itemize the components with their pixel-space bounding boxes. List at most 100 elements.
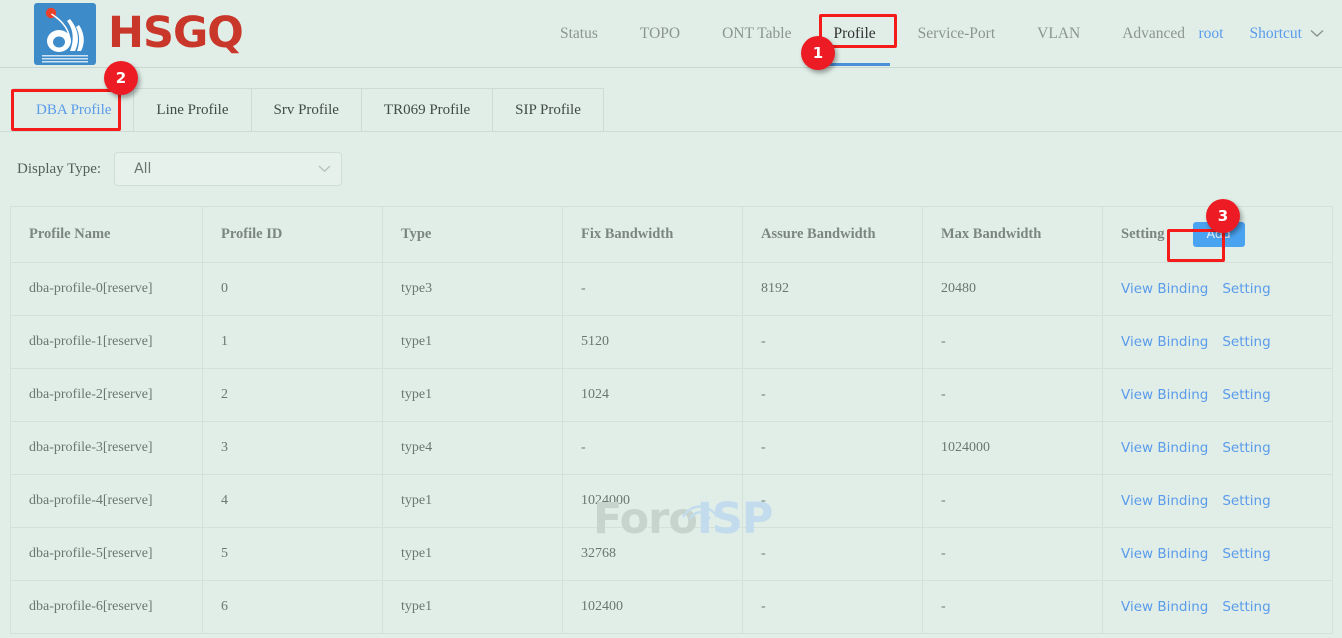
view-binding-link[interactable]: View Binding (1121, 281, 1208, 297)
cell-fix-bandwidth: 102400 (563, 581, 743, 634)
cell-assure-bandwidth: - (743, 316, 923, 369)
cell-type: type1 (383, 528, 563, 581)
cell-profile-id: 2 (203, 369, 383, 422)
setting-link[interactable]: Setting (1222, 281, 1270, 297)
app-header: HSGQ Status TOPO ONT Table Profile Servi… (0, 0, 1342, 68)
cell-fix-bandwidth: 1024000 (563, 475, 743, 528)
table-row: dba-profile-4[reserve]4type11024000--Vie… (11, 475, 1333, 528)
setting-link[interactable]: Setting (1222, 440, 1270, 456)
cell-type: type1 (383, 475, 563, 528)
cell-setting: View Binding Setting (1103, 369, 1333, 422)
display-type-value: All (134, 161, 318, 177)
table-row: dba-profile-0[reserve]0type3-819220480Vi… (11, 263, 1333, 316)
cell-fix-bandwidth: 1024 (563, 369, 743, 422)
view-binding-link[interactable]: View Binding (1121, 387, 1208, 403)
cell-setting: View Binding Setting (1103, 263, 1333, 316)
col-assure-bandwidth: Assure Bandwidth (743, 207, 923, 263)
nav-item-ont-table[interactable]: ONT Table (722, 25, 791, 43)
nav-item-topo[interactable]: TOPO (640, 25, 680, 43)
subtab-srv-profile[interactable]: Srv Profile (251, 88, 361, 131)
cell-profile-id: 3 (203, 422, 383, 475)
cell-profile-name: dba-profile-4[reserve] (11, 475, 203, 528)
setting-link[interactable]: Setting (1222, 546, 1270, 562)
cell-type: type1 (383, 316, 563, 369)
cell-profile-id: 0 (203, 263, 383, 316)
dba-profile-table: Profile Name Profile ID Type Fix Bandwid… (10, 206, 1333, 634)
cell-setting: View Binding Setting (1103, 422, 1333, 475)
nav-item-vlan[interactable]: VLAN (1037, 25, 1080, 43)
user-menu-root[interactable]: root (1199, 25, 1224, 43)
cell-assure-bandwidth: 8192 (743, 263, 923, 316)
cell-profile-id: 6 (203, 581, 383, 634)
subtab-dba-profile[interactable]: DBA Profile (13, 88, 133, 131)
cell-profile-name: dba-profile-6[reserve] (11, 581, 203, 634)
setting-link[interactable]: Setting (1222, 493, 1270, 509)
cell-setting: View Binding Setting (1103, 316, 1333, 369)
setting-link[interactable]: Setting (1222, 599, 1270, 615)
hsgq-wave-logo-icon (34, 3, 96, 65)
dba-profile-table-wrap: Profile Name Profile ID Type Fix Bandwid… (0, 206, 1342, 634)
cell-assure-bandwidth: - (743, 581, 923, 634)
cell-fix-bandwidth: 5120 (563, 316, 743, 369)
cell-profile-id: 5 (203, 528, 383, 581)
nav-item-status[interactable]: Status (560, 25, 598, 43)
cell-assure-bandwidth: - (743, 475, 923, 528)
brand-logo: HSGQ (0, 3, 243, 65)
col-max-bandwidth: Max Bandwidth (923, 207, 1103, 263)
logo-glyph (34, 3, 96, 65)
display-type-select[interactable]: All (114, 152, 342, 186)
cell-max-bandwidth: - (923, 528, 1103, 581)
cell-profile-name: dba-profile-1[reserve] (11, 316, 203, 369)
table-head: Profile Name Profile ID Type Fix Bandwid… (11, 207, 1333, 263)
shortcut-menu[interactable]: Shortcut (1249, 25, 1324, 43)
cell-setting: View Binding Setting (1103, 528, 1333, 581)
cell-max-bandwidth: - (923, 581, 1103, 634)
cell-type: type4 (383, 422, 563, 475)
col-type: Type (383, 207, 563, 263)
chevron-down-icon (1310, 25, 1324, 43)
cell-setting: View Binding Setting (1103, 475, 1333, 528)
col-setting-label: Setting (1121, 226, 1165, 243)
setting-link[interactable]: Setting (1222, 387, 1270, 403)
display-type-label: Display Type: (17, 161, 101, 178)
cell-max-bandwidth: - (923, 475, 1103, 528)
page-root: HSGQ Status TOPO ONT Table Profile Servi… (0, 0, 1342, 638)
table-row: dba-profile-2[reserve]2type11024--View B… (11, 369, 1333, 422)
nav-item-advanced[interactable]: Advanced (1122, 25, 1185, 43)
brand-name: HSGQ (108, 12, 243, 55)
main-nav: Status TOPO ONT Table Profile Service-Po… (560, 0, 1227, 68)
cell-type: type3 (383, 263, 563, 316)
filter-row: Display Type: All (0, 132, 1342, 206)
view-binding-link[interactable]: View Binding (1121, 546, 1208, 562)
view-binding-link[interactable]: View Binding (1121, 334, 1208, 350)
view-binding-link[interactable]: View Binding (1121, 599, 1208, 615)
view-binding-link[interactable]: View Binding (1121, 440, 1208, 456)
cell-profile-id: 4 (203, 475, 383, 528)
cell-profile-name: dba-profile-0[reserve] (11, 263, 203, 316)
table-header-row: Profile Name Profile ID Type Fix Bandwid… (11, 207, 1333, 263)
profile-subtabs-bar: DBA Profile Line Profile Srv Profile TR0… (0, 68, 1342, 132)
cell-fix-bandwidth: 32768 (563, 528, 743, 581)
cell-profile-name: dba-profile-2[reserve] (11, 369, 203, 422)
cell-fix-bandwidth: - (563, 263, 743, 316)
cell-max-bandwidth: - (923, 369, 1103, 422)
nav-item-profile[interactable]: Profile (833, 25, 875, 43)
subtab-tr069-profile[interactable]: TR069 Profile (361, 88, 492, 131)
subtab-sip-profile[interactable]: SIP Profile (492, 88, 604, 131)
col-profile-name: Profile Name (11, 207, 203, 263)
setting-link[interactable]: Setting (1222, 334, 1270, 350)
nav-item-service-port[interactable]: Service-Port (918, 25, 995, 43)
cell-profile-id: 1 (203, 316, 383, 369)
table-row: dba-profile-1[reserve]1type15120--View B… (11, 316, 1333, 369)
shortcut-label: Shortcut (1249, 25, 1302, 43)
cell-profile-name: dba-profile-5[reserve] (11, 528, 203, 581)
subtab-line-profile[interactable]: Line Profile (133, 88, 250, 131)
cell-fix-bandwidth: - (563, 422, 743, 475)
table-body: dba-profile-0[reserve]0type3-819220480Vi… (11, 263, 1333, 634)
table-row: dba-profile-5[reserve]5type132768--View … (11, 528, 1333, 581)
profile-subtabs: DBA Profile Line Profile Srv Profile TR0… (13, 88, 604, 131)
view-binding-link[interactable]: View Binding (1121, 493, 1208, 509)
table-row: dba-profile-6[reserve]6type1102400--View… (11, 581, 1333, 634)
cell-assure-bandwidth: - (743, 422, 923, 475)
add-button[interactable]: Add (1193, 222, 1245, 247)
